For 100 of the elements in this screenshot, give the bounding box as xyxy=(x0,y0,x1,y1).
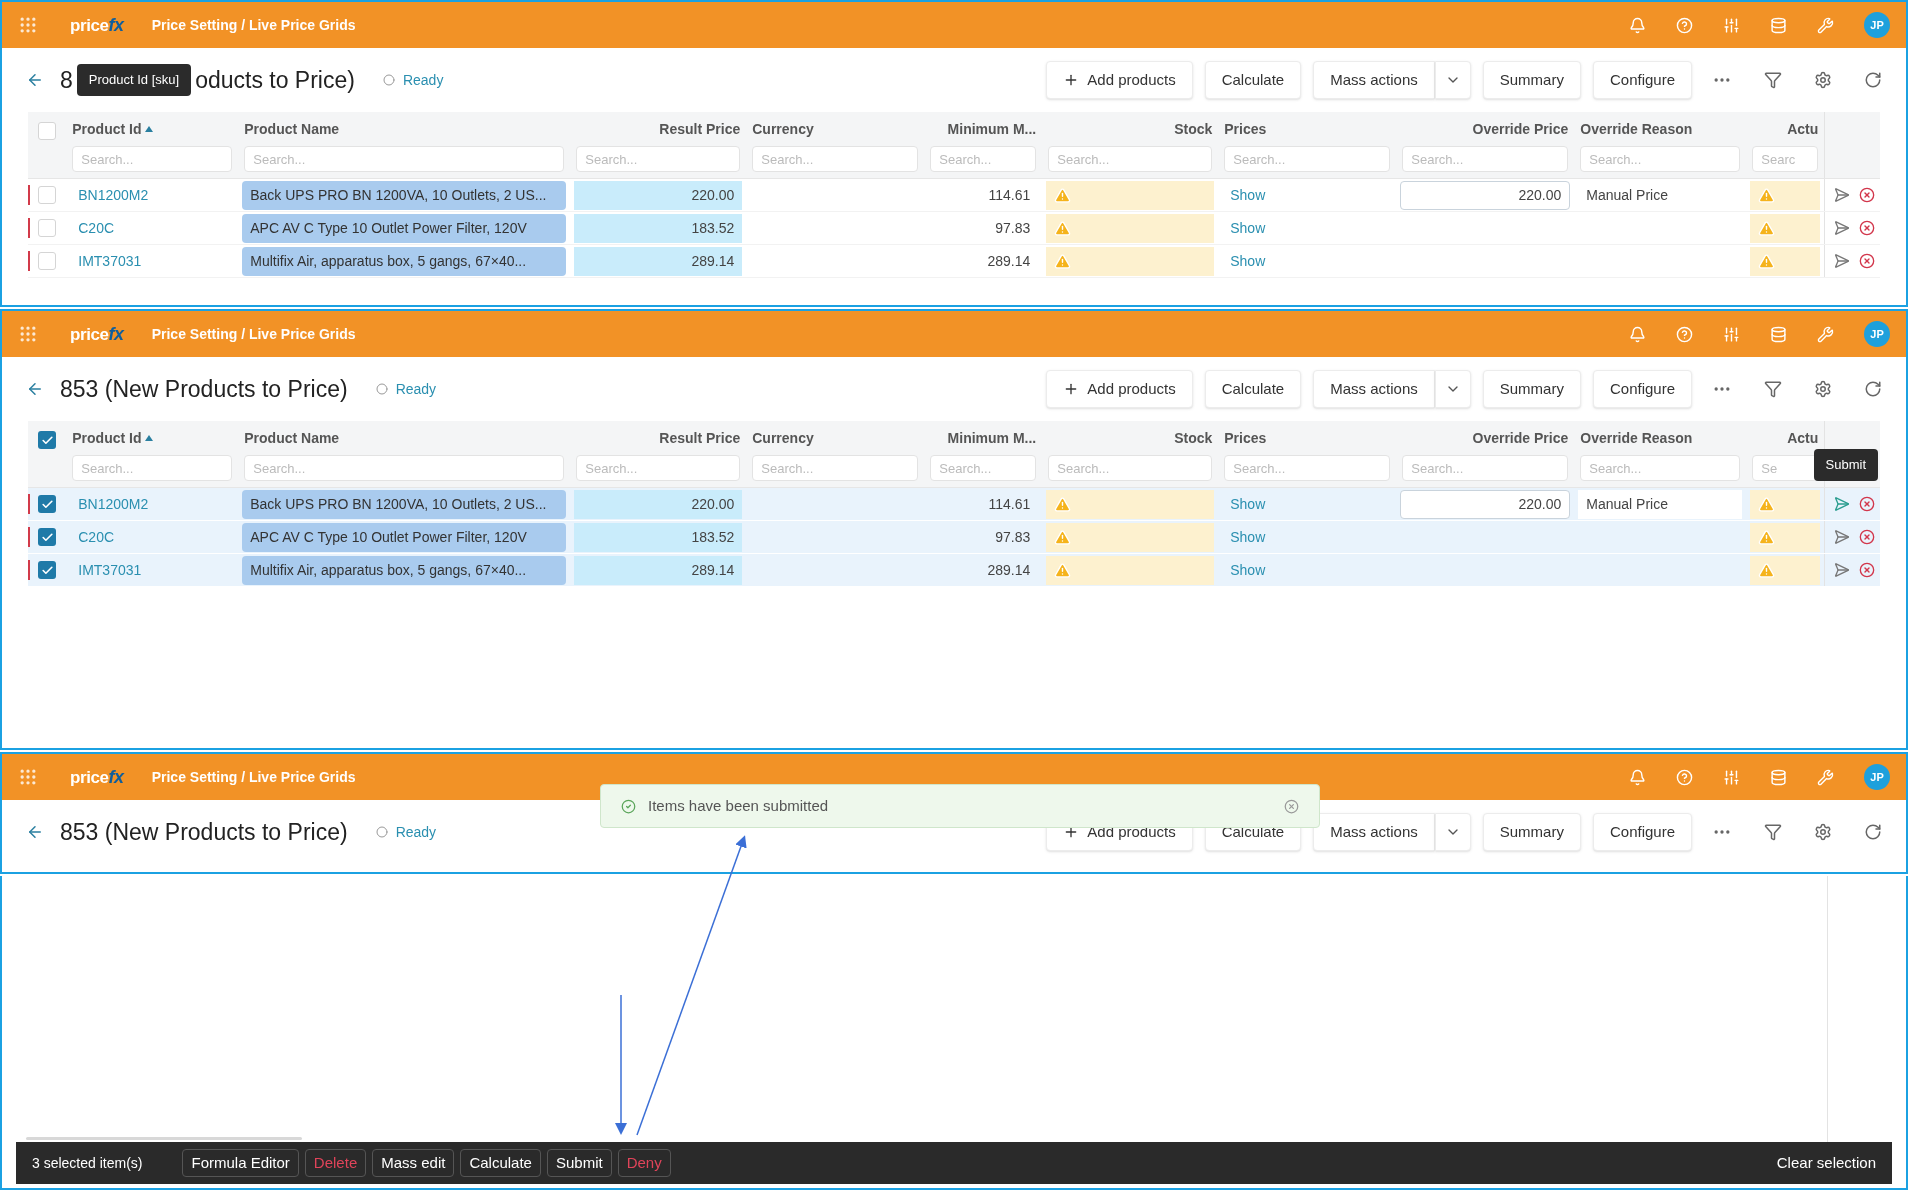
action-button[interactable]: Formula Editor xyxy=(182,1149,299,1177)
show-link[interactable]: Show xyxy=(1218,493,1278,515)
database-icon[interactable] xyxy=(1770,325,1787,343)
help-icon[interactable] xyxy=(1676,325,1693,343)
search-field[interactable]: Search... xyxy=(244,146,565,172)
show-link[interactable]: Show xyxy=(1218,559,1278,581)
back-icon[interactable] xyxy=(26,380,44,398)
help-icon[interactable] xyxy=(1676,16,1693,34)
configure-button[interactable]: Configure xyxy=(1592,370,1692,408)
deny-icon[interactable] xyxy=(1858,496,1875,512)
search-field[interactable]: Search... xyxy=(1402,455,1569,481)
search-field[interactable]: Search... xyxy=(576,146,741,172)
filter-icon[interactable] xyxy=(1764,380,1782,398)
deny-icon[interactable] xyxy=(1858,562,1875,578)
column-header[interactable]: Minimum M... xyxy=(947,427,1037,449)
sliders-icon[interactable] xyxy=(1723,16,1740,34)
close-icon[interactable] xyxy=(1284,798,1299,814)
deny-icon[interactable] xyxy=(1858,253,1875,269)
settings-icon[interactable] xyxy=(1814,380,1832,398)
filter-icon[interactable] xyxy=(1764,823,1782,841)
add-products-button[interactable]: Add products xyxy=(1046,61,1193,99)
row-checkbox[interactable] xyxy=(38,561,57,579)
search-field[interactable]: Search... xyxy=(72,146,233,172)
show-link[interactable]: Show xyxy=(1218,184,1278,206)
action-button[interactable]: Mass edit xyxy=(372,1149,455,1177)
column-header[interactable]: Minimum M... xyxy=(947,118,1037,140)
add-products-button[interactable]: Add products xyxy=(1046,370,1193,408)
wrench-icon[interactable] xyxy=(1817,768,1834,786)
calculate-button[interactable]: Calculate xyxy=(1204,370,1302,408)
row-checkbox[interactable] xyxy=(38,528,57,546)
settings-icon[interactable] xyxy=(1814,71,1832,89)
override-reason-field[interactable]: Manual Price xyxy=(1578,489,1743,519)
column-header[interactable]: Product Name xyxy=(244,118,340,140)
filter-icon[interactable] xyxy=(1764,71,1782,89)
search-field[interactable]: Search... xyxy=(1048,455,1213,481)
deny-icon[interactable] xyxy=(1858,187,1875,203)
select-all-checkbox[interactable] xyxy=(38,431,57,449)
deny-icon[interactable] xyxy=(1858,529,1875,545)
row-checkbox[interactable] xyxy=(38,186,57,204)
column-header[interactable]: Override Reason xyxy=(1580,118,1693,140)
column-header[interactable]: Product Id xyxy=(72,427,142,449)
search-field[interactable]: Search... xyxy=(930,146,1037,172)
mass-actions-button[interactable]: Mass actions xyxy=(1313,370,1435,408)
mass-actions-button[interactable]: Mass actions xyxy=(1313,61,1435,99)
column-header[interactable]: Override Price xyxy=(1472,118,1569,140)
horizontal-scrollbar[interactable] xyxy=(26,1137,302,1140)
column-header[interactable]: Result Price xyxy=(659,118,741,140)
row-checkbox[interactable] xyxy=(38,252,57,270)
search-field[interactable]: Search... xyxy=(1580,455,1741,481)
configure-button[interactable]: Configure xyxy=(1592,61,1692,99)
override-price-field[interactable]: 220.00 xyxy=(1400,489,1571,519)
refresh-icon[interactable] xyxy=(1864,380,1882,398)
row-checkbox[interactable] xyxy=(38,219,57,237)
search-field[interactable]: Search... xyxy=(576,455,741,481)
column-header[interactable]: Override Reason xyxy=(1580,427,1693,449)
wrench-icon[interactable] xyxy=(1817,325,1834,343)
help-icon[interactable] xyxy=(1676,768,1693,786)
search-field[interactable]: Search... xyxy=(1224,455,1391,481)
sliders-icon[interactable] xyxy=(1723,325,1740,343)
search-field[interactable]: Search... xyxy=(1402,146,1569,172)
product-id-link[interactable]: BN1200M2 xyxy=(66,184,161,206)
database-icon[interactable] xyxy=(1770,16,1787,34)
product-id-link[interactable]: IMT37031 xyxy=(66,250,154,272)
override-price-field[interactable]: 220.00 xyxy=(1400,180,1571,210)
action-button[interactable]: Deny xyxy=(617,1149,671,1177)
column-header[interactable]: Actu xyxy=(1787,427,1819,449)
column-header[interactable]: Product Name xyxy=(244,427,340,449)
notifications-icon[interactable] xyxy=(1629,16,1646,34)
action-button[interactable]: Submit xyxy=(546,1149,612,1177)
column-header[interactable]: Prices xyxy=(1224,118,1267,140)
select-all-checkbox[interactable] xyxy=(38,122,57,140)
settings-icon[interactable] xyxy=(1814,823,1832,841)
column-header[interactable]: Result Price xyxy=(659,427,741,449)
refresh-icon[interactable] xyxy=(1864,823,1882,841)
configure-button[interactable]: Configure xyxy=(1592,813,1692,851)
back-icon[interactable] xyxy=(26,823,44,841)
column-header[interactable]: Stock xyxy=(1174,427,1213,449)
refresh-icon[interactable] xyxy=(1864,71,1882,89)
search-field[interactable]: Search... xyxy=(1224,146,1391,172)
database-icon[interactable] xyxy=(1770,768,1787,786)
product-id-link[interactable]: C20C xyxy=(66,217,127,239)
show-link[interactable]: Show xyxy=(1218,250,1278,272)
calculate-button[interactable]: Calculate xyxy=(1204,61,1302,99)
column-header[interactable]: Override Price xyxy=(1472,427,1569,449)
wrench-icon[interactable] xyxy=(1817,16,1834,34)
summary-button[interactable]: Summary xyxy=(1482,813,1581,851)
apps-menu-icon[interactable] xyxy=(18,324,38,344)
search-field[interactable]: Search... xyxy=(1048,146,1213,172)
search-field[interactable]: Searc xyxy=(1752,146,1819,172)
mass-actions-button[interactable]: Mass actions xyxy=(1313,813,1435,851)
clear-selection-button[interactable]: Clear selection xyxy=(1776,1151,1876,1175)
summary-button[interactable]: Summary xyxy=(1482,370,1581,408)
sliders-icon[interactable] xyxy=(1723,768,1740,786)
column-header[interactable]: Currency xyxy=(752,427,814,449)
show-link[interactable]: Show xyxy=(1218,217,1278,239)
search-field[interactable]: Search... xyxy=(1580,146,1741,172)
column-header[interactable]: Currency xyxy=(752,118,814,140)
column-header[interactable]: Actu xyxy=(1787,118,1819,140)
search-field[interactable]: Search... xyxy=(752,455,919,481)
action-button[interactable]: Calculate xyxy=(460,1149,541,1177)
